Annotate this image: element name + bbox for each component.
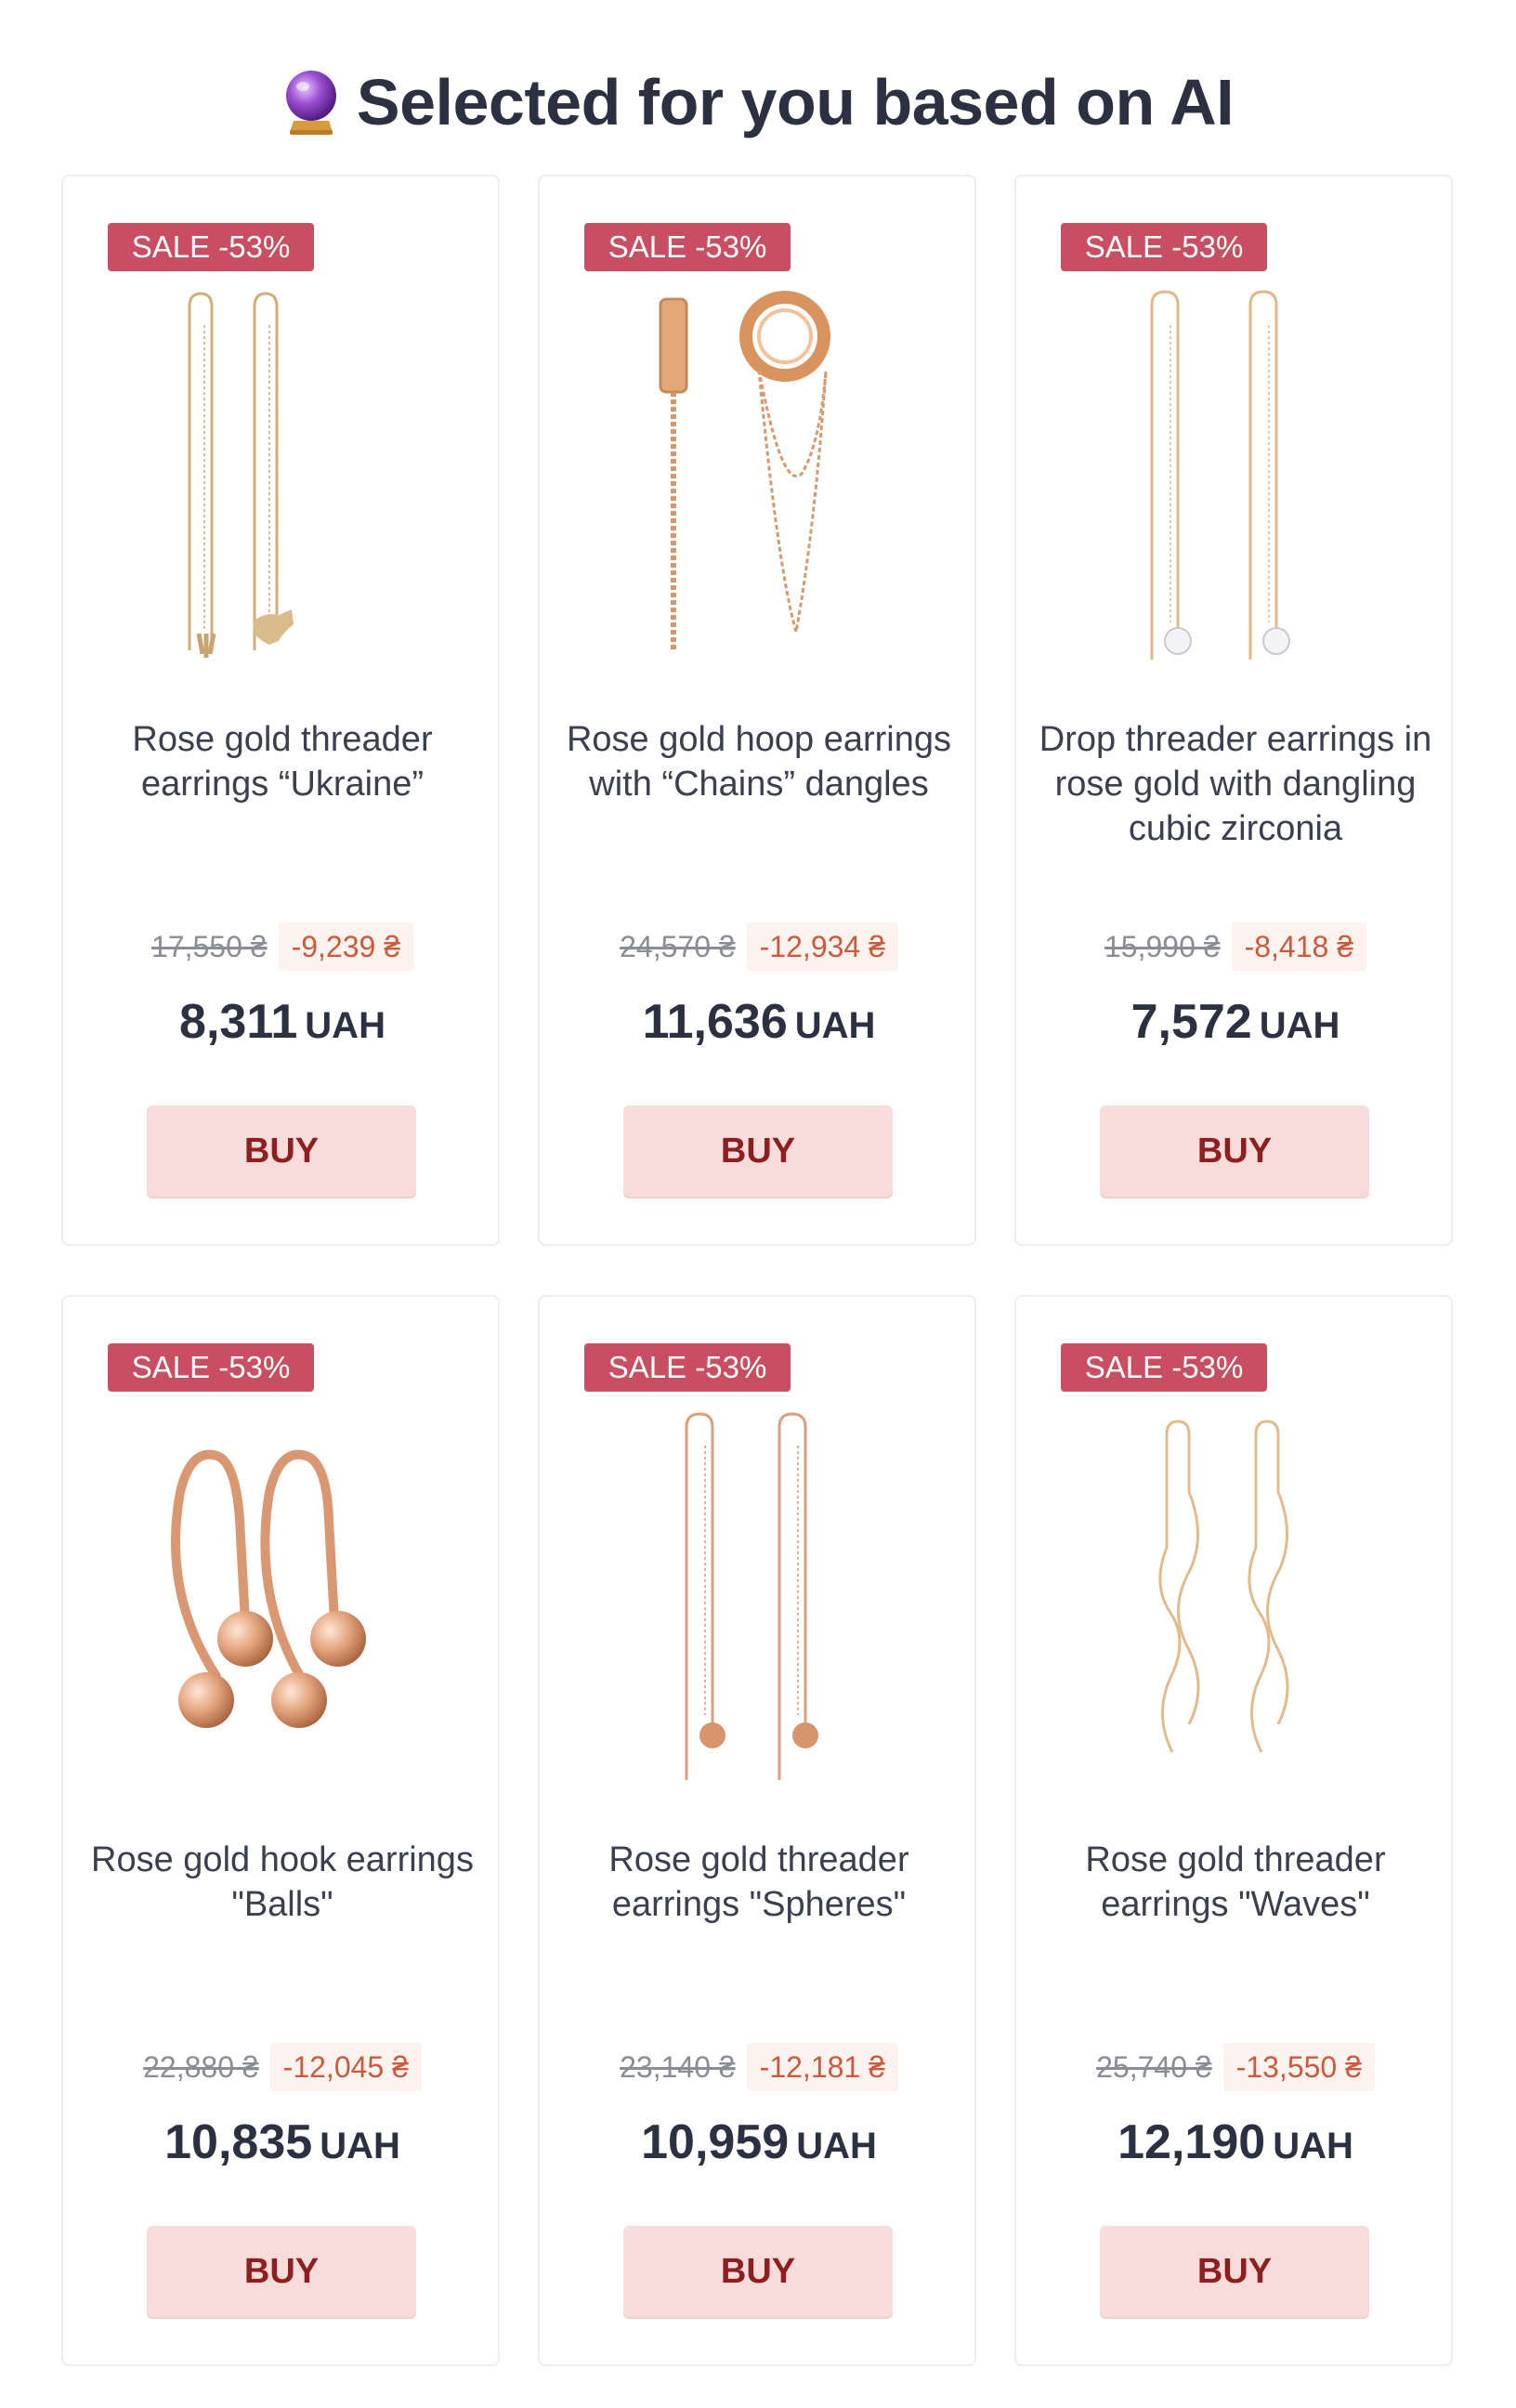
sale-badge: SALE -53% bbox=[1061, 1343, 1267, 1392]
product-name[interactable]: Rose gold hook earrings "Balls" bbox=[78, 1838, 487, 1927]
product-card[interactable]: SALE -53% Rose gold hook earrings "Balls… bbox=[61, 1295, 500, 2366]
old-price: 23,140 ₴ bbox=[620, 2050, 736, 2084]
product-card[interactable]: SALE -53% Rose gold threader earrings "S… bbox=[538, 1295, 976, 2366]
price-amount: 8,311 bbox=[179, 995, 298, 1049]
product-grid: SALE -53% Rose gold threader earrings “U… bbox=[61, 175, 1455, 2366]
sale-badge: SALE -53% bbox=[584, 223, 791, 271]
buy-button[interactable]: BUY bbox=[147, 1106, 416, 1197]
buy-button[interactable]: BUY bbox=[147, 2226, 416, 2317]
product-name[interactable]: Rose gold threader earrings "Spheres" bbox=[555, 1838, 963, 1927]
sale-badge: SALE -53% bbox=[584, 1343, 791, 1392]
price-currency: UAH bbox=[794, 1005, 876, 1046]
section-title: Selected for you based on AI bbox=[0, 58, 1516, 147]
discount-amount: -12,045 ₴ bbox=[269, 2043, 422, 2091]
product-card[interactable]: SALE -53% Rose gold threader earrings “U… bbox=[61, 175, 500, 1246]
product-card[interactable]: SALE -53% Rose gold threader earrings "W… bbox=[1014, 1295, 1453, 2366]
threader-earrings-ukraine-image[interactable] bbox=[143, 288, 422, 660]
discount-amount: -12,934 ₴ bbox=[746, 923, 898, 971]
final-price: 10,959 UAH bbox=[540, 2110, 978, 2187]
price-currency: UAH bbox=[796, 2126, 877, 2166]
threader-earrings-waves-image[interactable] bbox=[1096, 1408, 1375, 1780]
old-price: 22,880 ₴ bbox=[143, 2050, 259, 2084]
hoop-earrings-chains-image[interactable] bbox=[620, 288, 898, 660]
product-name[interactable]: Rose gold threader earrings "Waves" bbox=[1031, 1838, 1440, 1927]
final-price: 12,190 UAH bbox=[1016, 2110, 1455, 2187]
price-row: 25,740 ₴ -13,550 ₴ bbox=[1016, 2043, 1455, 2091]
buy-button[interactable]: BUY bbox=[623, 2226, 893, 2317]
section-title-text: Selected for you based on AI bbox=[356, 66, 1235, 138]
product-card[interactable]: SALE -53% Rose gold hoop earrings with “… bbox=[538, 175, 976, 1246]
price-currency: UAH bbox=[305, 1005, 386, 1046]
old-price: 25,740 ₴ bbox=[1096, 2050, 1212, 2084]
hook-earrings-balls-image[interactable] bbox=[143, 1408, 422, 1780]
price-row: 23,140 ₴ -12,181 ₴ bbox=[540, 2043, 978, 2091]
final-price: 7,572 UAH bbox=[1016, 989, 1455, 1067]
price-amount: 10,959 bbox=[641, 2115, 790, 2169]
sale-badge: SALE -53% bbox=[108, 223, 314, 271]
discount-amount: -8,418 ₴ bbox=[1231, 923, 1366, 971]
product-name[interactable]: Rose gold hoop earrings with “Chains” da… bbox=[555, 717, 963, 806]
price-currency: UAH bbox=[1259, 1005, 1340, 1046]
final-price: 10,835 UAH bbox=[63, 2110, 502, 2187]
discount-amount: -12,181 ₴ bbox=[746, 2043, 898, 2091]
price-amount: 12,190 bbox=[1117, 2115, 1266, 2169]
sale-badge: SALE -53% bbox=[1061, 223, 1267, 271]
buy-button[interactable]: BUY bbox=[623, 1106, 893, 1197]
final-price: 8,311 UAH bbox=[63, 989, 502, 1067]
price-row: 15,990 ₴ -8,418 ₴ bbox=[1016, 923, 1455, 971]
product-name[interactable]: Rose gold threader earrings “Ukraine” bbox=[78, 717, 487, 806]
price-amount: 10,835 bbox=[164, 2115, 313, 2169]
crystal-ball-icon bbox=[282, 69, 340, 136]
discount-amount: -9,239 ₴ bbox=[278, 923, 413, 971]
price-row: 22,880 ₴ -12,045 ₴ bbox=[63, 2043, 502, 2091]
old-price: 24,570 ₴ bbox=[620, 930, 736, 963]
price-currency: UAH bbox=[320, 2126, 400, 2166]
product-card[interactable]: SALE -53% Drop threader earrings in rose… bbox=[1014, 175, 1453, 1246]
old-price: 17,550 ₴ bbox=[151, 930, 268, 963]
price-row: 24,570 ₴ -12,934 ₴ bbox=[540, 923, 978, 971]
drop-threader-earrings-zirconia-image[interactable] bbox=[1096, 288, 1375, 660]
price-row: 17,550 ₴ -9,239 ₴ bbox=[63, 923, 502, 971]
final-price: 11,636 UAH bbox=[540, 989, 978, 1067]
price-amount: 11,636 bbox=[642, 995, 788, 1049]
sale-badge: SALE -53% bbox=[108, 1343, 314, 1392]
price-currency: UAH bbox=[1273, 2126, 1353, 2166]
product-name[interactable]: Drop threader earrings in rose gold with… bbox=[1031, 717, 1440, 851]
discount-amount: -13,550 ₴ bbox=[1222, 2043, 1375, 2091]
threader-earrings-spheres-image[interactable] bbox=[620, 1408, 898, 1780]
buy-button[interactable]: BUY bbox=[1100, 2226, 1369, 2317]
buy-button[interactable]: BUY bbox=[1100, 1106, 1369, 1197]
price-amount: 7,572 bbox=[1130, 995, 1252, 1049]
old-price: 15,990 ₴ bbox=[1104, 930, 1221, 963]
